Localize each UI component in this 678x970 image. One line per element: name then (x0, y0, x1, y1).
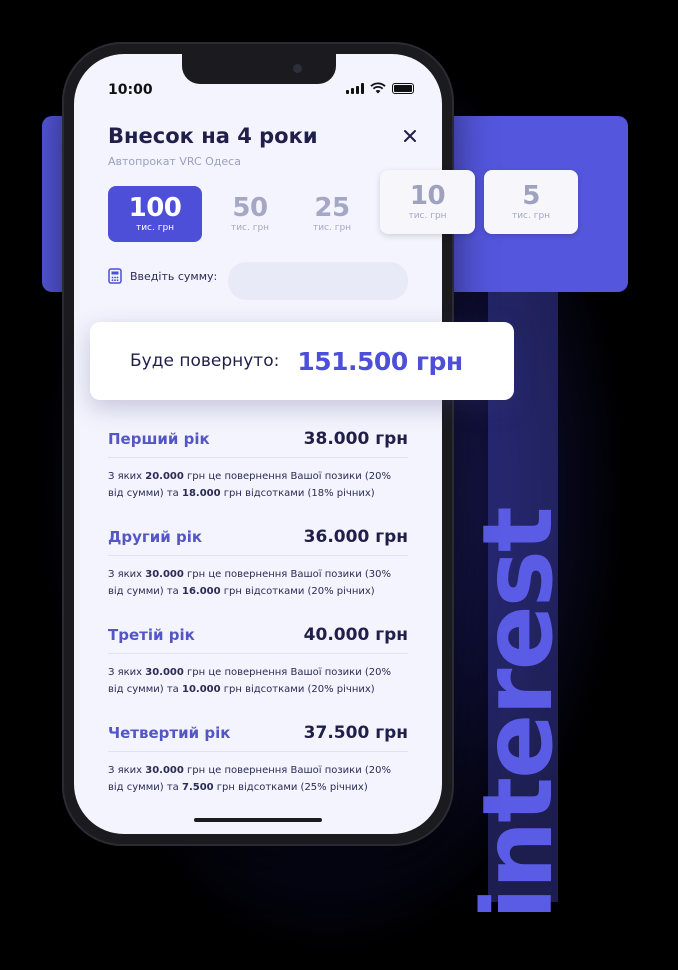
amount-option-value: 5 (522, 181, 540, 211)
year-header: Четвертий рік 37.500 грн (108, 723, 408, 752)
year-name: Третій рік (108, 626, 195, 644)
wifi-icon (370, 82, 386, 94)
year-item: Третій рік 40.000 грн З яких 30.000 грн … (108, 625, 408, 698)
sum-input-row: Введіть сумму: (108, 268, 217, 284)
year-description: З яких 30.000 грн це повернення Вашої по… (108, 667, 392, 695)
amount-option-value: 25 (314, 193, 350, 223)
amount-option-value: 10 (409, 181, 446, 211)
year-header: Третій рік 40.000 грн (108, 625, 408, 654)
year-name: Перший рік (108, 430, 210, 448)
amount-option-unit: тис. грн (511, 211, 551, 221)
amount-option-value: 50 (232, 193, 268, 223)
returned-total-label: Буде повернуто: (130, 351, 280, 371)
amount-option-unit: тис. грн (312, 223, 352, 233)
amount-option-unit: тис. грн (230, 223, 270, 233)
amount-option-100[interactable]: 100 тис. грн (108, 186, 202, 242)
signal-icon (346, 82, 364, 94)
amount-option-10[interactable]: 10 тис. грн (380, 170, 475, 234)
sum-input-label: Введіть сумму: (130, 269, 218, 283)
modal-subtitle: Автопрокат VRC Одеса (108, 155, 241, 168)
year-amount: 40.000 грн (303, 625, 408, 645)
battery-icon (392, 82, 414, 94)
year-header: Перший рік 38.000 грн (108, 429, 408, 458)
close-button[interactable] (398, 124, 422, 148)
year-name: Четвертий рік (108, 724, 231, 742)
year-name: Другий рік (108, 528, 203, 546)
amount-option-unit: тис. грн (135, 223, 175, 233)
year-amount: 36.000 грн (303, 527, 408, 547)
year-amount: 38.000 грн (303, 429, 408, 449)
sum-input[interactable] (228, 262, 408, 300)
year-description: З яких 30.000 грн це повернення Вашої по… (108, 765, 392, 793)
year-item: Другий рік 36.000 грн З яких 30.000 грн … (108, 527, 408, 600)
amount-option-value: 100 (128, 193, 182, 223)
status-icons (346, 82, 414, 94)
year-description: З яких 20.000 грн це повернення Вашої по… (108, 471, 392, 499)
amount-option-50[interactable]: 50 тис. грн (214, 186, 286, 242)
status-time: 10:00 (108, 82, 153, 98)
modal-title: Внесок на 4 роки (108, 124, 318, 148)
amount-option-5[interactable]: 5 тис. грн (484, 170, 578, 234)
stage: interest 10:00 Внесок на 4 роки Автопрок… (0, 0, 678, 970)
vertical-word: interest (462, 508, 574, 920)
returned-total-card: Буде повернуто: 151.500 грн (90, 322, 514, 400)
year-header: Другий рік 36.000 грн (108, 527, 408, 556)
returned-total-value: 151.500 грн (297, 346, 463, 376)
amount-option-unit: тис. грн (408, 211, 447, 221)
amount-option-25[interactable]: 25 тис. грн (296, 186, 368, 242)
camera-icon (293, 64, 302, 73)
year-item: Перший рік 38.000 грн З яких 20.000 грн … (108, 429, 408, 502)
phone-frame: 10:00 Внесок на 4 роки Автопрокат VRC Од… (62, 42, 454, 846)
calculator-icon (108, 268, 122, 284)
year-item: Четвертий рік 37.500 грн З яких 30.000 г… (108, 723, 408, 796)
year-description: З яких 30.000 грн це повернення Вашої по… (108, 569, 392, 597)
notch (182, 54, 336, 84)
home-indicator (194, 818, 322, 822)
year-amount: 37.500 грн (303, 723, 408, 743)
close-icon (404, 130, 416, 142)
